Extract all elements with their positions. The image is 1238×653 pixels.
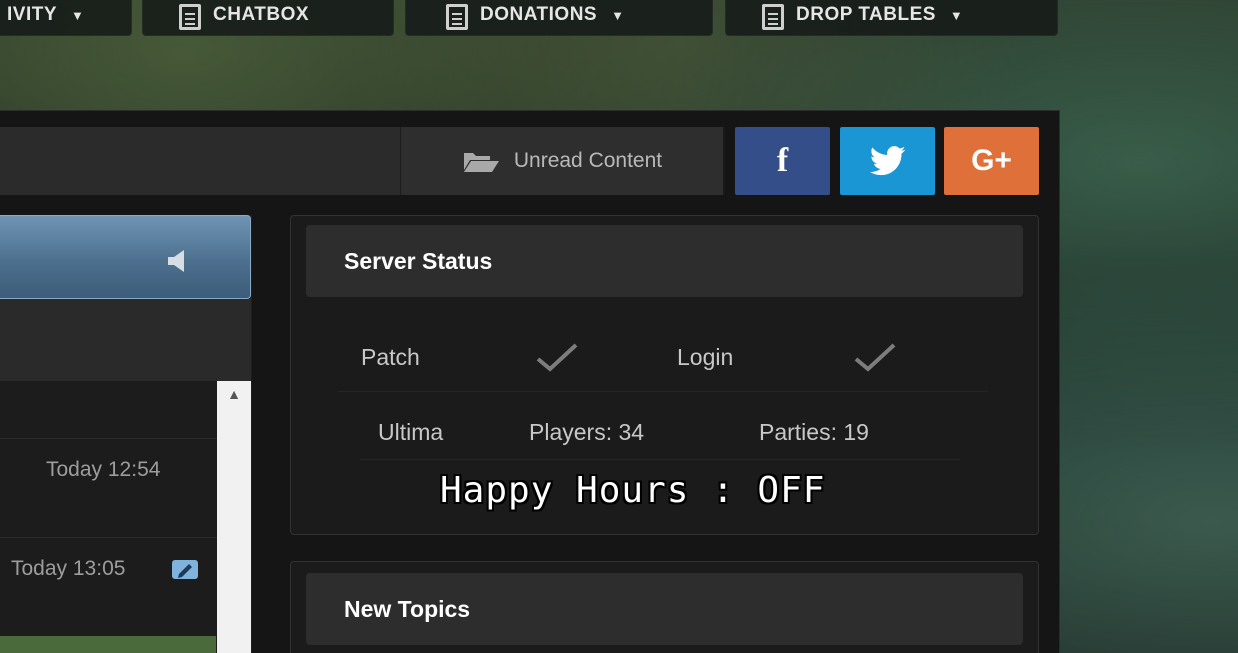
google-plus-button[interactable]: G+ <box>944 127 1039 195</box>
facebook-button[interactable]: f <box>735 127 830 195</box>
divider <box>0 438 218 439</box>
login-label: Login <box>677 344 734 370</box>
divider <box>360 459 960 460</box>
list-item-time: Today 12:54 <box>46 458 161 481</box>
shoutbox-header <box>0 215 251 299</box>
happy-hours-status: Happy Hours : OFF <box>440 470 826 511</box>
twitter-button[interactable] <box>840 127 935 195</box>
unread-content-label: Unread Content <box>513 149 663 172</box>
scrollbar[interactable]: ▲ <box>217 381 251 653</box>
shoutbox-subheader <box>0 299 251 381</box>
nav-item-label: DROP TABLES <box>796 4 936 25</box>
new-topics-header: New Topics <box>306 573 1023 645</box>
check-icon <box>536 343 578 372</box>
check-icon <box>854 343 896 372</box>
nav-item-label: CHATBOX <box>213 4 310 25</box>
unread-content-button[interactable]: Unread Content <box>400 127 724 195</box>
divider <box>0 537 218 538</box>
nav-item-activity[interactable]: IVITY ▼ <box>0 0 132 36</box>
caret-down-icon: ▼ <box>71 7 85 23</box>
list-item-time: Today 13:05 <box>11 557 126 580</box>
speaker-icon[interactable] <box>166 248 190 274</box>
nav-item-chatbox[interactable]: CHATBOX <box>142 0 394 36</box>
patch-label: Patch <box>361 344 420 370</box>
nav-item-drop-tables[interactable]: DROP TABLES ▼ <box>725 0 1058 36</box>
facebook-icon: f <box>776 142 789 179</box>
nav-item-label: DONATIONS <box>480 4 598 25</box>
new-topics-title: New Topics <box>344 595 471 622</box>
caret-down-icon: ▼ <box>949 7 964 23</box>
document-icon <box>179 4 201 30</box>
nav-item-donations[interactable]: DONATIONS ▼ <box>405 0 713 36</box>
caret-down-icon: ▼ <box>611 7 625 23</box>
scroll-up-icon[interactable]: ▲ <box>217 385 251 403</box>
document-icon <box>762 4 784 30</box>
parties-count: Parties: 19 <box>759 419 869 445</box>
edit-icon[interactable] <box>172 560 198 579</box>
players-count: Players: 34 <box>529 419 645 445</box>
top-navigation: IVITY ▼ CHATBOX DONATIONS ▼ DROP TABLES … <box>0 0 1238 38</box>
server-name: Ultima <box>378 419 444 445</box>
folder-open-icon <box>463 153 499 172</box>
server-status-title: Server Status <box>344 247 493 274</box>
twitter-icon <box>869 146 905 176</box>
document-icon <box>446 4 468 30</box>
server-status-header: Server Status <box>306 225 1023 297</box>
shoutbox-input-strip <box>0 636 216 653</box>
nav-item-label: IVITY <box>7 4 58 25</box>
shoutbox-list <box>0 381 218 653</box>
divider <box>338 391 988 392</box>
pencil-icon <box>178 564 192 578</box>
google-plus-icon: G+ <box>971 144 1012 177</box>
